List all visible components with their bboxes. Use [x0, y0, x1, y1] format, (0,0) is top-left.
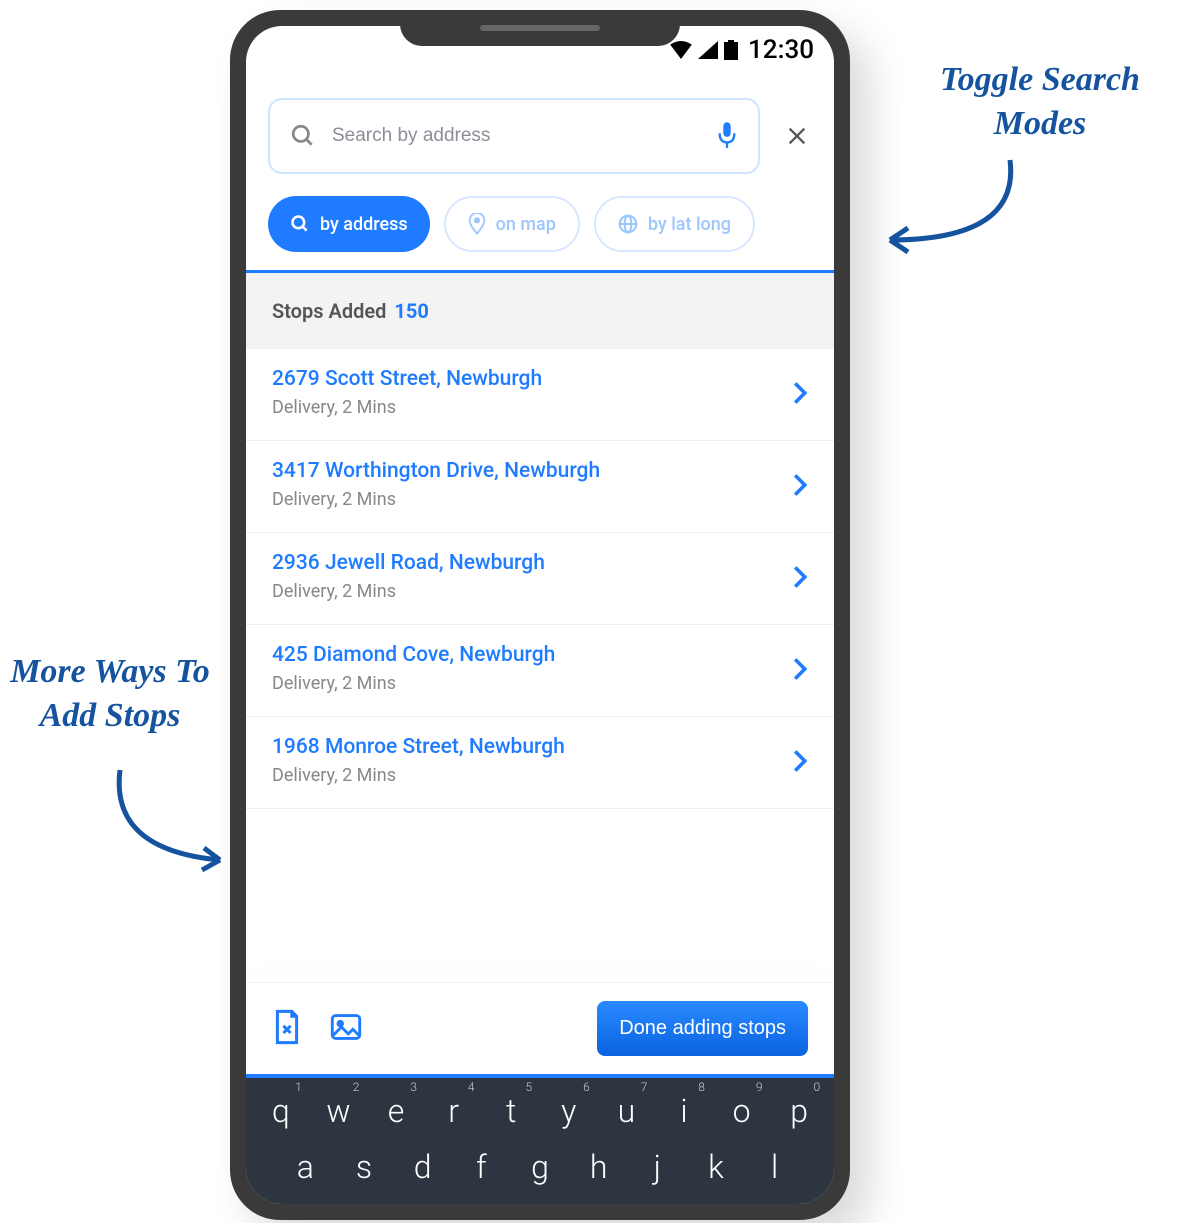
keyboard-key-g[interactable]: g: [515, 1148, 565, 1186]
phone-frame: 12:30 by address: [230, 10, 850, 1220]
stops-header-label: Stops Added: [272, 299, 386, 323]
stop-item[interactable]: 2679 Scott Street, Newburgh Delivery, 2 …: [246, 349, 834, 441]
stop-address: 2936 Jewell Road, Newburgh: [272, 551, 780, 575]
stop-item[interactable]: 2936 Jewell Road, Newburgh Delivery, 2 M…: [246, 533, 834, 625]
pin-icon: [468, 213, 486, 235]
keyboard-key-f[interactable]: f: [456, 1148, 506, 1186]
keyboard-key-d[interactable]: d: [398, 1148, 448, 1186]
stop-address: 2679 Scott Street, Newburgh: [272, 367, 780, 391]
keyboard-key-w[interactable]: 2w: [313, 1092, 363, 1130]
keyboard-key-j[interactable]: j: [632, 1148, 682, 1186]
stop-item[interactable]: 425 Diamond Cove, Newburgh Delivery, 2 M…: [246, 625, 834, 717]
keyboard-key-t[interactable]: 5t: [486, 1092, 536, 1130]
import-file-button[interactable]: [272, 1009, 302, 1049]
search-box[interactable]: [268, 98, 760, 174]
keyboard-key-h[interactable]: h: [574, 1148, 624, 1186]
mode-by-address[interactable]: by address: [268, 196, 430, 252]
phone-notch: [400, 10, 680, 46]
mode-by-latlong[interactable]: by lat long: [594, 196, 755, 252]
phone-screen: 12:30 by address: [246, 26, 834, 1204]
stop-meta: Delivery, 2 Mins: [272, 581, 780, 602]
mic-icon[interactable]: [716, 122, 738, 150]
stop-meta: Delivery, 2 Mins: [272, 397, 780, 418]
stop-meta: Delivery, 2 Mins: [272, 673, 780, 694]
globe-icon: [618, 214, 638, 234]
keyboard-key-u[interactable]: 7u: [601, 1092, 651, 1130]
chevron-right-icon: [792, 657, 808, 681]
stops-header: Stops Added 150: [246, 273, 834, 349]
annotation-arrow-left: [80, 760, 250, 890]
mode-label: by lat long: [648, 214, 731, 235]
chevron-right-icon: [792, 473, 808, 497]
annotation-arrow-right: [870, 150, 1040, 280]
mode-label: on map: [496, 214, 556, 235]
close-search-button[interactable]: [782, 121, 812, 151]
signal-icon: [698, 41, 718, 59]
bottom-toolbar: Done adding stops: [246, 982, 834, 1078]
keyboard-key-o[interactable]: 9o: [717, 1092, 767, 1130]
mode-on-map[interactable]: on map: [444, 196, 580, 252]
keyboard-key-r[interactable]: 4r: [429, 1092, 479, 1130]
keyboard-key-s[interactable]: s: [339, 1148, 389, 1186]
annotation-more-ways: More Ways To Add Stops: [0, 650, 220, 738]
keyboard-key-k[interactable]: k: [691, 1148, 741, 1186]
keyboard-key-y[interactable]: 6y: [544, 1092, 594, 1130]
chevron-right-icon: [792, 749, 808, 773]
fade-overlay: [246, 942, 834, 982]
keyboard-key-a[interactable]: a: [280, 1148, 330, 1186]
status-time: 12:30: [748, 35, 814, 65]
stop-meta: Delivery, 2 Mins: [272, 765, 780, 786]
keyboard-key-i[interactable]: 8i: [659, 1092, 709, 1130]
search-input[interactable]: [332, 125, 700, 147]
stops-count: 150: [394, 299, 428, 323]
chevron-right-icon: [792, 565, 808, 589]
stop-item[interactable]: 3417 Worthington Drive, Newburgh Deliver…: [246, 441, 834, 533]
stop-address: 1968 Monroe Street, Newburgh: [272, 735, 780, 759]
search-mode-tabs: by address on map by lat long: [268, 196, 812, 252]
stop-item[interactable]: 1968 Monroe Street, Newburgh Delivery, 2…: [246, 717, 834, 809]
stop-meta: Delivery, 2 Mins: [272, 489, 780, 510]
stop-address: 3417 Worthington Drive, Newburgh: [272, 459, 780, 483]
import-image-button[interactable]: [330, 1012, 362, 1046]
stops-list: 2679 Scott Street, Newburgh Delivery, 2 …: [246, 349, 834, 809]
stop-address: 425 Diamond Cove, Newburgh: [272, 643, 780, 667]
search-icon: [290, 214, 310, 234]
search-area: by address on map by lat long: [246, 74, 834, 270]
keyboard: 1q2w3e4r5t6y7u8i9o0p asdfghjkl: [246, 1078, 834, 1204]
mode-label: by address: [320, 214, 408, 235]
wifi-icon: [670, 41, 692, 59]
search-icon: [290, 123, 316, 149]
annotation-toggle-modes: Toggle Search Modes: [900, 58, 1180, 146]
keyboard-key-l[interactable]: l: [750, 1148, 800, 1186]
keyboard-key-e[interactable]: 3e: [371, 1092, 421, 1130]
done-adding-stops-button[interactable]: Done adding stops: [597, 1001, 808, 1056]
chevron-right-icon: [792, 381, 808, 405]
keyboard-key-q[interactable]: 1q: [256, 1092, 306, 1130]
keyboard-key-p[interactable]: 0p: [774, 1092, 824, 1130]
battery-icon: [724, 40, 738, 60]
